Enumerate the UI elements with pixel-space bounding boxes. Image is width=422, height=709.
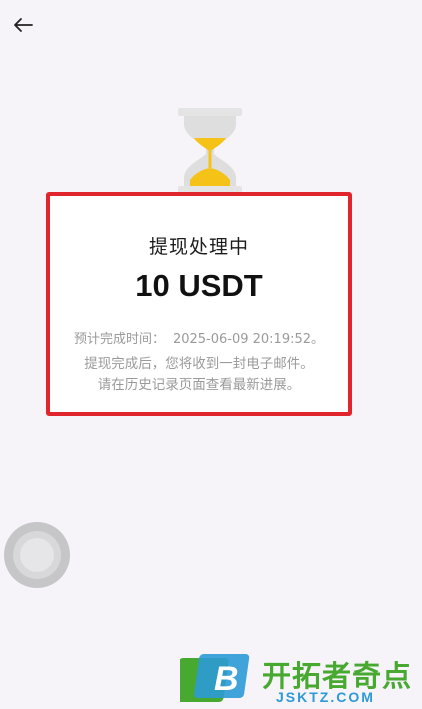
- estimated-completion-row: 预计完成时间： 2025-06-09 20:19:52。: [50, 328, 348, 347]
- assistive-touch-button[interactable]: [4, 522, 70, 588]
- eta-label: 预计完成时间：: [73, 332, 165, 347]
- notice-history: 请在历史记录页面查看最新进展。: [97, 377, 301, 393]
- assistive-touch-icon: [13, 531, 61, 579]
- watermark-logo: B 开拓者奇点 JSKTZ.COM: [180, 652, 420, 706]
- hourglass-icon: [178, 108, 242, 194]
- back-button[interactable]: [8, 10, 38, 40]
- withdrawal-amount: 10 USDT: [135, 268, 263, 303]
- watermark-b-logo-icon: B: [180, 654, 250, 702]
- withdrawal-status-card: 提现处理中 10 USDT 预计完成时间： 2025-06-09 20:19:52…: [46, 192, 352, 416]
- eta-value: 2025-06-09 20:19:52: [172, 332, 312, 347]
- watermark-logo-letter: B: [214, 660, 239, 698]
- eta-suffix: 。: [311, 332, 325, 347]
- notice-email: 提现完成后，您将收到一封电子邮件。: [84, 356, 314, 372]
- arrow-left-icon: [14, 18, 33, 32]
- status-title: 提现处理中: [148, 236, 249, 258]
- watermark-domain: JSKTZ.COM: [276, 689, 375, 705]
